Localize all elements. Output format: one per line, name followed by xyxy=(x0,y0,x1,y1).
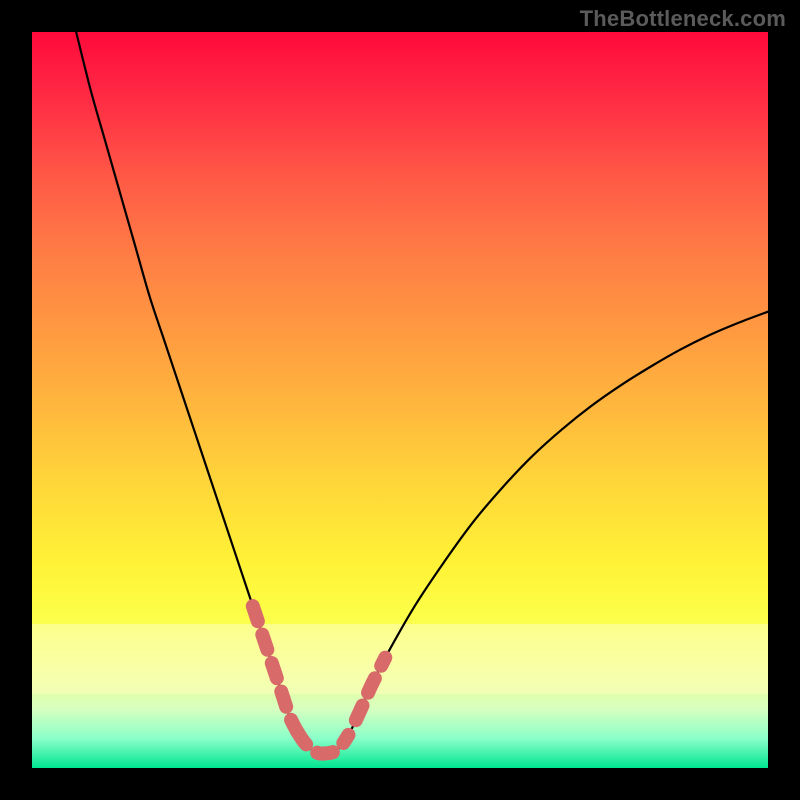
highlight-right xyxy=(356,658,385,721)
highlight-left xyxy=(253,606,297,731)
plot-area xyxy=(32,32,768,768)
curve-svg xyxy=(32,32,768,768)
chart-frame: TheBottleneck.com xyxy=(0,0,800,800)
bottleneck-curve xyxy=(76,32,768,754)
highlight-bottom xyxy=(297,731,349,753)
watermark-text: TheBottleneck.com xyxy=(580,6,786,32)
